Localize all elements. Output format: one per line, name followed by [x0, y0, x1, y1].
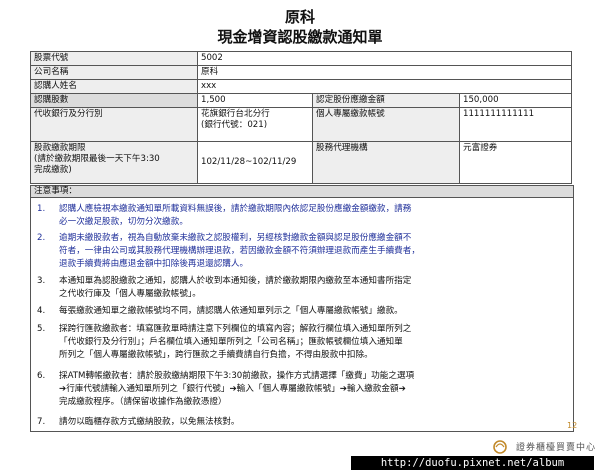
page-number: 12: [567, 421, 578, 430]
payment-deadline-value: 102/11/28~102/11/29: [197, 141, 313, 184]
notes-section: 1. 認購人應檢視本繳款通知單所載資料無誤後，請於繳款期限內依認足股份應繳金額繳…: [30, 197, 574, 432]
payment-deadline-label: 股款繳款期限 (請於繳款期限最後一天下午3:30 完成繳款): [30, 141, 198, 184]
account-number-value: 1111111111111: [459, 107, 572, 142]
note-number: 1.: [37, 204, 46, 214]
bank-code: (銀行代號：021): [201, 120, 268, 130]
stock-code-label: 股票代號: [30, 51, 198, 66]
company-name-label: 公司名稱: [30, 65, 198, 80]
table-row: 公司名稱 原科: [30, 65, 572, 80]
note-line: 「代收銀行及分行別」；戶名欄位填入通知單所列之「公司名稱」；匯款帳號欄位填入通知…: [59, 337, 403, 347]
table-row: 認購人姓名 xxx: [30, 79, 572, 94]
note-line: 必一次繳足股款，切勿分次繳款。: [59, 217, 188, 227]
table-row: 股票代號 5002: [30, 51, 572, 66]
company-name-value: 原科: [197, 65, 572, 80]
document-title: 現金增資認股繳款通知單: [217, 28, 383, 46]
note-number: 5.: [37, 324, 46, 334]
note-line: 退款手續費將由應退金額中扣除後再退還認購人。: [59, 259, 249, 269]
subscriber-name-value: xxx: [197, 79, 572, 94]
table-row: 股款繳款期限 (請於繳款期限最後一天下午3:30 完成繳款) 102/11/28…: [30, 141, 572, 184]
note-line: 採跨行匯款繳款者：填寫匯款單時請注意下列欄位的填寫內容；解款行欄位填入通知單所列…: [59, 324, 412, 334]
note-line: 完成繳款程序。（請保留收據作為繳款憑證）: [59, 397, 227, 407]
watermark-url: http://duofu.pixnet.net/album: [351, 456, 594, 470]
note-number: 6.: [37, 371, 46, 381]
note-line: 逾期未繳股款者，視為自動放棄未繳款之認股權利，另經核對繳款金額與認足股份應繳金額…: [59, 233, 412, 243]
amount-due-label: 認定股份應繳金額: [312, 93, 460, 108]
transfer-agent-label: 股務代理機構: [312, 141, 460, 184]
subscriber-name-label: 認購人姓名: [30, 79, 198, 94]
note-line: 本通知單為認股繳款之通知，認購人於收到本通知後，請於繳款期限內繳款至本通知書所指…: [59, 276, 412, 286]
payment-deadline-note-1: (請於繳款期限最後一天下午3:30: [34, 154, 160, 164]
subscribed-shares-label: 認購股數: [30, 93, 198, 108]
note-line: ➔行庫代號請輸入通知單所列之「銀行代號」➔輸入「個人專屬繳款帳號」➔輸入繳款金額…: [59, 384, 406, 394]
note-line: 認購人應檢視本繳款通知單所載資料無誤後，請於繳款期限內依認足股份應繳金額繳款，請…: [59, 204, 412, 214]
note-line: 每張繳款通知單之繳款帳號均不同，請認購人依通知單列示之「個人專屬繳款帳號」繳款。: [59, 306, 403, 316]
table-row: 認購股數 1,500 認定股份應繳金額 150,000: [30, 93, 572, 108]
stock-code-value: 5002: [197, 51, 572, 66]
company-name-title: 原科: [284, 8, 315, 26]
note-number: 3.: [37, 276, 46, 286]
note-number: 7.: [37, 417, 46, 427]
bank-branch-name: 花旗銀行台北分行: [201, 109, 270, 119]
transfer-agent-value: 元富證券: [459, 141, 572, 184]
subscribed-shares-value: 1,500: [197, 93, 313, 108]
collecting-bank-label: 代收銀行及分行別: [30, 107, 198, 142]
account-number-label: 個人專屬繳款帳號: [312, 107, 460, 142]
note-line: 採ATM轉帳繳款者：請於股款繳納期限下午3:30前繳款，操作方式請選擇「繳費」功…: [59, 371, 415, 381]
note-number: 4.: [37, 306, 46, 316]
note-number: 2.: [37, 233, 46, 243]
note-line: 所列之「個人專屬繳款帳號」，跨行匯款之手續費請自行負擔，不得由股款中扣除。: [59, 350, 373, 360]
collecting-bank-value: 花旗銀行台北分行 (銀行代號：021): [197, 107, 313, 142]
exchange-logo-text: 證券櫃檯買賣中心: [516, 443, 597, 453]
amount-due-value: 150,000: [459, 93, 572, 108]
note-line: 符者，一律由公司或其股務代理機構辦理退款，若因繳款金額不符須辦理退款而產生手續費…: [59, 246, 420, 256]
payment-deadline-title: 股款繳款期限: [34, 143, 86, 153]
subscription-info-table: 股票代號 5002 公司名稱 原科 認購人姓名 xxx 認購股數 1,500 認…: [30, 51, 572, 184]
table-row: 代收銀行及分行別 花旗銀行台北分行 (銀行代號：021) 個人專屬繳款帳號 11…: [30, 107, 572, 142]
payment-deadline-note-2: 完成繳款): [34, 165, 72, 175]
note-line: 請勿以臨櫃存款方式繳納股款，以免無法核對。: [59, 417, 240, 427]
note-line: 之代收行庫及「個人專屬繳款帳號」。: [59, 289, 201, 299]
